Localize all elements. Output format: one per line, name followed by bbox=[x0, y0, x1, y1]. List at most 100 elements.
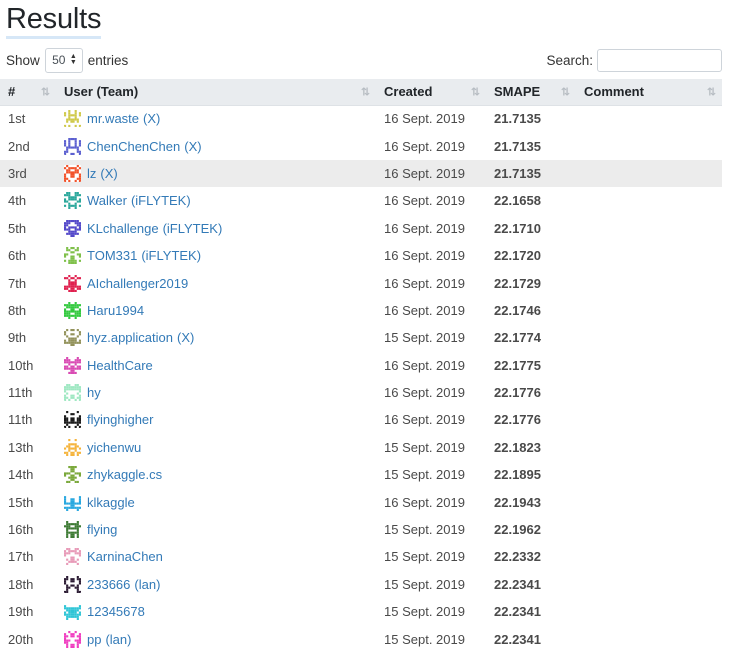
table-row[interactable]: 5th KLchallenge (iFLYTEK) 16 Sept. 2019 22.1… bbox=[0, 215, 722, 242]
table-row[interactable]: 9th hyz.application (X) 15 Sept. 2019 22.177… bbox=[0, 324, 722, 351]
cell-smape: 22.1658 bbox=[494, 193, 541, 209]
cell-smape: 22.1774 bbox=[494, 330, 541, 346]
cell-comment bbox=[576, 434, 722, 461]
cell-user: Haru1994 bbox=[56, 297, 376, 324]
avatar bbox=[64, 548, 81, 566]
team-label: (lan) bbox=[134, 576, 161, 592]
table-row[interactable]: 11th flyinghigher 16 Sept. 2019 22.1776 bbox=[0, 406, 722, 433]
table-row[interactable]: 19th 12345678 15 Sept. 2019 22.2341 bbox=[0, 598, 722, 625]
cell-created: 15 Sept. 2019 bbox=[384, 439, 465, 455]
cell-created: 15 Sept. 2019 bbox=[384, 604, 465, 620]
user-cell: KarninaChen bbox=[64, 548, 368, 566]
user-link[interactable]: 12345678 bbox=[87, 604, 145, 619]
avatar bbox=[64, 466, 81, 484]
table-row[interactable]: 10th HealthCare 16 Sept. 2019 22.1775 bbox=[0, 352, 722, 379]
table-row[interactable]: 16th flying 15 Sept. 2019 22.1962 bbox=[0, 516, 722, 543]
user-link[interactable]: lz bbox=[87, 166, 96, 181]
table-row[interactable]: 8th Haru1994 16 Sept. 2019 22.1746 bbox=[0, 297, 722, 324]
table-row[interactable]: 2nd ChenChenChen (X) 16 Sept. 2019 21.7135 bbox=[0, 132, 722, 159]
user-link[interactable]: AIchallenger2019 bbox=[87, 276, 188, 291]
column-header-created[interactable]: Created ⇅ bbox=[376, 79, 486, 106]
avatar bbox=[64, 521, 81, 539]
cell-comment bbox=[576, 516, 722, 543]
column-header-smape[interactable]: SMAPE ⇅ bbox=[486, 79, 576, 106]
table-row[interactable]: 1st mr.waste (X) 16 Sept. 2019 21.7135 bbox=[0, 105, 722, 132]
table-row[interactable]: 13th yichenwu 15 Sept. 2019 22.1823 bbox=[0, 434, 722, 461]
avatar bbox=[64, 411, 81, 429]
cell-smape: 22.1776 bbox=[494, 385, 541, 401]
cell-smape: 22.1720 bbox=[494, 248, 541, 264]
avatar bbox=[64, 329, 81, 347]
user-cell: yichenwu bbox=[64, 438, 368, 456]
avatar bbox=[64, 137, 81, 155]
cell-user: mr.waste (X) bbox=[56, 105, 376, 132]
table-row[interactable]: 3rd lz (X) 16 Sept. 2019 21.7135 bbox=[0, 159, 722, 188]
cell-smape: 22.1776 bbox=[494, 412, 541, 428]
user-link[interactable]: mr.waste bbox=[87, 111, 139, 126]
user-link[interactable]: klkaggle bbox=[87, 495, 135, 510]
results-page: Results Show 50 ▲ ▼ entries Search: # ⇅ … bbox=[0, 0, 730, 656]
column-header-rank[interactable]: # ⇅ bbox=[0, 79, 56, 106]
title-underline bbox=[6, 36, 101, 39]
user-link[interactable]: hyz.application bbox=[87, 330, 173, 345]
user-link[interactable]: KarninaChen bbox=[87, 549, 163, 564]
cell-user: klkaggle bbox=[56, 488, 376, 515]
cell-rank: 13th bbox=[8, 439, 34, 455]
table-row[interactable]: 14th zhykaggle.cs 15 Sept. 2019 22.1895 bbox=[0, 461, 722, 488]
cell-user: ChenChenChen (X) bbox=[56, 132, 376, 159]
cell-smape: 22.1943 bbox=[494, 494, 541, 510]
cell-rank: 1st bbox=[8, 111, 26, 127]
cell-smape: 22.1775 bbox=[494, 357, 541, 373]
sort-icon[interactable]: ⇅ bbox=[471, 86, 480, 97]
page-length-value: 50 bbox=[52, 53, 66, 67]
table-row[interactable]: 7th AIchallenger2019 16 Sept. 2019 22.1729 bbox=[0, 269, 722, 296]
user-link[interactable]: Walker bbox=[87, 193, 127, 208]
table-row[interactable]: 20th pp (lan) 15 Sept. 2019 22.2341 bbox=[0, 625, 722, 652]
sort-icon[interactable]: ⇅ bbox=[707, 86, 716, 97]
user-link[interactable]: zhykaggle.cs bbox=[87, 467, 162, 482]
table-header-row: # ⇅ User (Team) ⇅ Created ⇅ SMAPE ⇅ Comm… bbox=[0, 79, 722, 106]
user-link[interactable]: hy bbox=[87, 385, 101, 400]
sort-icon[interactable]: ⇅ bbox=[561, 86, 570, 97]
table-row[interactable]: 11th hy 16 Sept. 2019 22.1776 bbox=[0, 379, 722, 406]
cell-created: 15 Sept. 2019 bbox=[384, 576, 465, 592]
user-cell: klkaggle bbox=[64, 493, 368, 511]
cell-comment bbox=[576, 488, 722, 515]
table-row[interactable]: 15th klkaggle 16 Sept. 2019 22.1943 bbox=[0, 488, 722, 515]
user-link[interactable]: pp bbox=[87, 632, 101, 647]
sort-icon[interactable]: ⇅ bbox=[361, 86, 370, 97]
cell-smape: 22.1962 bbox=[494, 522, 541, 538]
search-label: Search: bbox=[546, 52, 593, 68]
user-link[interactable]: Haru1994 bbox=[87, 303, 144, 318]
user-link[interactable]: HealthCare bbox=[87, 358, 153, 373]
user-cell: lz (X) bbox=[64, 164, 368, 182]
cell-comment bbox=[576, 187, 722, 214]
cell-user: lz (X) bbox=[56, 159, 376, 188]
user-link[interactable]: 233666 bbox=[87, 577, 130, 592]
column-header-user[interactable]: User (Team) ⇅ bbox=[56, 79, 376, 106]
sort-icon[interactable]: ⇅ bbox=[41, 86, 50, 97]
cell-comment bbox=[576, 132, 722, 159]
table-row[interactable]: 6th TOM331 (iFLYTEK) 16 Sept. 2019 22.1720 bbox=[0, 242, 722, 269]
cell-rank: 4th bbox=[8, 193, 27, 209]
user-link[interactable]: yichenwu bbox=[87, 440, 141, 455]
user-link[interactable]: TOM331 bbox=[87, 248, 137, 263]
user-link[interactable]: flying bbox=[87, 522, 117, 537]
user-link[interactable]: flyinghigher bbox=[87, 412, 154, 427]
cell-rank: 17th bbox=[8, 549, 34, 565]
table-row[interactable]: 18th 233666 (lan) 15 Sept. 2019 22.2341 bbox=[0, 571, 722, 598]
user-cell: hyz.application (X) bbox=[64, 329, 368, 347]
page-length-select[interactable]: 50 ▲ ▼ bbox=[44, 47, 83, 73]
cell-smape: 21.7135 bbox=[494, 111, 541, 127]
search-input[interactable] bbox=[597, 48, 722, 72]
user-link[interactable]: KLchallenge bbox=[87, 221, 159, 236]
cell-user: flyinghigher bbox=[56, 406, 376, 433]
user-link[interactable]: ChenChenChen bbox=[87, 139, 180, 154]
cell-user: Walker (iFLYTEK) bbox=[56, 187, 376, 214]
table-row[interactable]: 4th Walker (iFLYTEK) 16 Sept. 2019 22.1658 bbox=[0, 187, 722, 214]
cell-rank: 15th bbox=[8, 494, 34, 510]
column-header-comment[interactable]: Comment ⇅ bbox=[576, 79, 722, 106]
user-cell: 233666 (lan) bbox=[64, 575, 368, 593]
table-row[interactable]: 17th KarninaChen 15 Sept. 2019 22.2332 bbox=[0, 543, 722, 570]
cell-rank: 7th bbox=[8, 275, 27, 291]
